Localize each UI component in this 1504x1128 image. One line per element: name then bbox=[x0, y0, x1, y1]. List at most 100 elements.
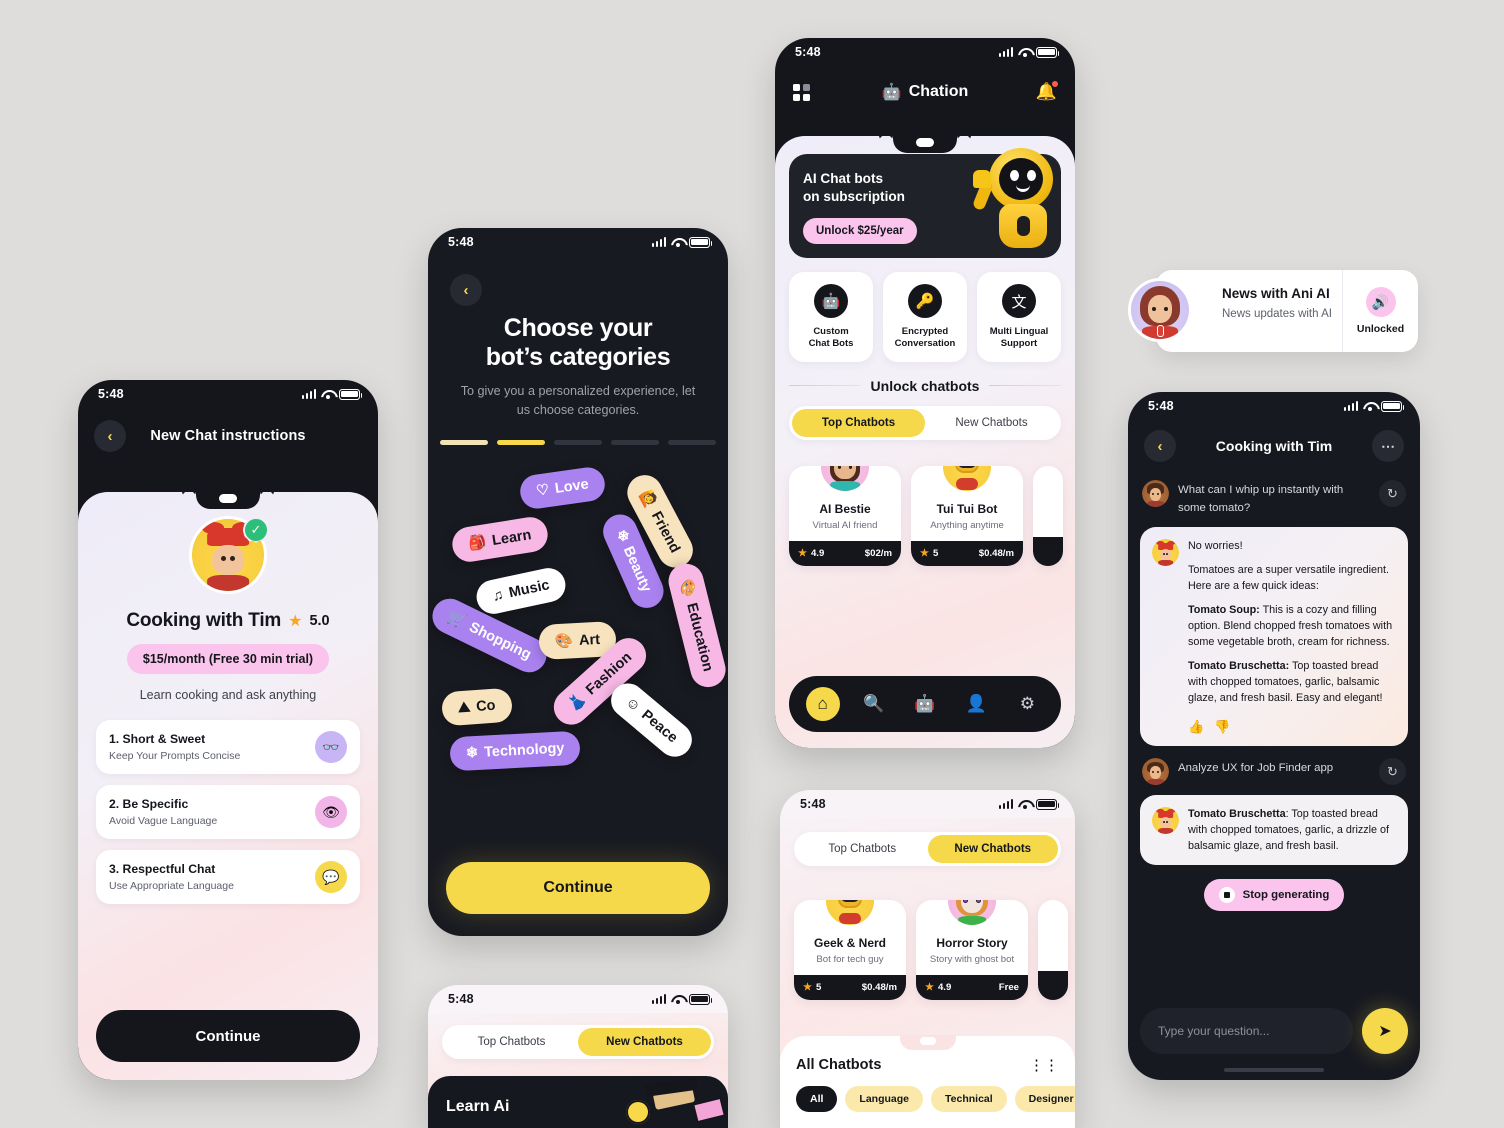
chatbot-card[interactable]: Tui Tui Bot Anything anytime ★ 5 $0.48/m bbox=[911, 465, 1023, 566]
chip-language[interactable]: Language bbox=[845, 1086, 924, 1112]
list-item[interactable]: 3. Respectful Chat Use Appropriate Langu… bbox=[96, 850, 360, 904]
feature-label-2: Support bbox=[1000, 338, 1038, 350]
chatbot-card[interactable]: Geek & Nerd Bot for tech guy ★ 5 $0.48/m bbox=[794, 900, 906, 1000]
title-line-2: bot’s categories bbox=[485, 343, 671, 371]
chatbot-card-partial[interactable] bbox=[1038, 900, 1068, 1000]
signal-icon bbox=[1343, 401, 1358, 411]
category-tag-technology[interactable]: ❄ Technology bbox=[449, 730, 582, 772]
battery-icon bbox=[1036, 46, 1060, 58]
category-tag-love[interactable]: ♡ Love bbox=[518, 465, 607, 511]
thumbs-up-icon[interactable]: 👍 bbox=[1188, 717, 1204, 736]
more-button[interactable]: ⋯ bbox=[1372, 430, 1404, 462]
flower-icon: ❄ bbox=[465, 744, 479, 762]
tab-top-chatbots[interactable]: Top Chatbots bbox=[792, 408, 925, 437]
news-reporter-avatar-image bbox=[1131, 281, 1189, 339]
tag-label: Education bbox=[683, 601, 717, 674]
list-item[interactable]: 1. Short & Sweet Keep Your Prompts Conci… bbox=[96, 720, 360, 774]
bot-greeting: No worries! bbox=[1188, 540, 1243, 553]
section-title: Unlock chatbots bbox=[870, 377, 980, 394]
star-icon: ★ bbox=[925, 982, 934, 993]
tab-new-chatbots[interactable]: New Chatbots bbox=[927, 835, 1058, 863]
sliders-icon[interactable]: ⋮⋮ bbox=[1029, 1056, 1059, 1074]
send-button[interactable]: ➤ bbox=[1362, 1008, 1408, 1054]
continue-button[interactable]: Continue bbox=[446, 862, 710, 914]
lock-key-icon: 🔑 bbox=[908, 284, 942, 318]
feature-label-2: Conversation bbox=[894, 338, 956, 350]
chip-all[interactable]: All bbox=[796, 1086, 838, 1112]
avatar bbox=[1142, 480, 1169, 507]
tab-top-chatbots[interactable]: Top Chatbots bbox=[445, 1028, 578, 1056]
bot-item-label: Tomato Bruschetta: bbox=[1188, 660, 1290, 673]
home-indicator bbox=[1224, 1068, 1324, 1072]
status-bar: 5:48 bbox=[780, 790, 1075, 818]
tab-bots[interactable]: 🤖 bbox=[908, 687, 942, 721]
card-title: 1. Short & Sweet bbox=[109, 732, 206, 746]
chat-header: ‹ Cooking with Tim ⋯ bbox=[1128, 420, 1420, 472]
chatbot-card-partial[interactable] bbox=[1033, 465, 1063, 566]
chip-technical[interactable]: Technical bbox=[931, 1086, 1007, 1112]
category-tag-music[interactable]: ♫ Music bbox=[473, 565, 569, 617]
category-tag-co[interactable]: ⛰ Co bbox=[440, 687, 513, 727]
status-time: 5:48 bbox=[800, 797, 826, 811]
instruction-card-list: 1. Short & Sweet Keep Your Prompts Conci… bbox=[78, 720, 378, 904]
avatar bbox=[823, 900, 877, 928]
chat-input[interactable]: Type your question... bbox=[1140, 1008, 1353, 1054]
stop-generating-button[interactable]: Stop generating bbox=[1203, 879, 1345, 912]
back-button[interactable]: ‹ bbox=[94, 420, 126, 452]
grid-menu-icon[interactable] bbox=[793, 83, 810, 101]
hero-banner[interactable]: AI Chat bots on subscription Unlock $25/… bbox=[789, 148, 1061, 258]
chip-designer[interactable]: Designer bbox=[1014, 1086, 1075, 1112]
app-name: Chation bbox=[908, 83, 969, 100]
wifi-icon bbox=[671, 994, 684, 1005]
back-button[interactable]: ‹ bbox=[1144, 430, 1176, 462]
bot-name: Cooking with Tim bbox=[126, 610, 282, 631]
unlock-button[interactable]: Unlock $25/year bbox=[803, 217, 917, 244]
avatar bbox=[940, 465, 994, 494]
tab-profile[interactable]: 👤 bbox=[959, 687, 993, 721]
chatbot-price: $02/m bbox=[864, 547, 892, 559]
wifi-icon bbox=[1363, 401, 1376, 412]
chatbot-card[interactable]: ✓ Horror Story Story with ghost bot ★ 4.… bbox=[916, 900, 1028, 1000]
speaker-icon[interactable]: 🔊 bbox=[1365, 287, 1396, 317]
boy-avatar-image bbox=[1142, 480, 1169, 507]
girl-avatar-image bbox=[821, 465, 869, 491]
bot-item-label: Tomato Bruschetta bbox=[1188, 808, 1286, 821]
category-tag-learn[interactable]: 🎒 Learn bbox=[449, 514, 550, 565]
status-bar: 5:48 bbox=[428, 985, 728, 1013]
tab-search[interactable]: 🔍 bbox=[857, 687, 891, 721]
feature-encrypted-conversation[interactable]: 🔑 Encrypted Conversation bbox=[883, 272, 967, 362]
learn-ai-card[interactable]: Learn Ai bbox=[428, 1076, 728, 1128]
chatbot-card[interactable]: ✓ AI Bestie Virtual AI friend ★ 4.9 $02/… bbox=[789, 465, 901, 566]
chatbot-card-row: Geek & Nerd Bot for tech guy ★ 5 $0.48/m bbox=[794, 900, 1075, 1000]
tab-settings[interactable]: ⚙ bbox=[1010, 687, 1044, 721]
avatar: ✓ bbox=[818, 465, 872, 494]
news-card[interactable]: News with Ani AI News updates with AI 🔊 … bbox=[1128, 270, 1418, 352]
tab-home[interactable]: ⌂ bbox=[805, 687, 840, 721]
tab-new-chatbots[interactable]: New Chatbots bbox=[578, 1028, 711, 1056]
instructions-header: ‹ New Chat instructions bbox=[78, 408, 378, 464]
back-button[interactable]: ‹ bbox=[450, 274, 482, 306]
feature-custom-chat-bots[interactable]: 🤖 Custom Chat Bots bbox=[789, 272, 873, 362]
bell-icon[interactable]: 🔔 bbox=[1036, 81, 1058, 102]
chatbot-name: Tui Tui Bot bbox=[936, 501, 998, 516]
feature-multi-lingual-support[interactable]: 文 Multi Lingual Support bbox=[977, 272, 1061, 362]
list-item[interactable]: 2. Be Specific Avoid Vague Language 👁 bbox=[96, 785, 360, 839]
send-icon: ➤ bbox=[1378, 1023, 1392, 1040]
status-bar: 5:48 bbox=[1128, 392, 1420, 420]
battery-icon bbox=[1381, 400, 1405, 412]
signal-icon bbox=[651, 994, 666, 1004]
feedback-row: 👍 👎 bbox=[1188, 717, 1396, 736]
continue-button[interactable]: Continue bbox=[96, 1010, 360, 1062]
bot-item-1: Tomato Soup: This is a cozy and filling … bbox=[1188, 603, 1396, 651]
category-tag-peace[interactable]: ☺ Peace bbox=[604, 676, 699, 764]
refresh-icon[interactable]: ↻ bbox=[1379, 758, 1406, 786]
thumbs-down-icon[interactable]: 👎 bbox=[1214, 717, 1230, 736]
home-sheet: AI Chat bots on subscription Unlock $25/… bbox=[775, 135, 1075, 748]
tab-top-chatbots[interactable]: Top Chatbots bbox=[797, 835, 928, 863]
refresh-icon[interactable]: ↻ bbox=[1379, 480, 1406, 507]
star-icon: ★ bbox=[798, 547, 807, 559]
price-badge[interactable]: $15/month (Free 30 min trial) bbox=[126, 644, 330, 674]
tag-label: Technology bbox=[483, 740, 565, 761]
category-tag-education[interactable]: 🎨 Education bbox=[664, 560, 728, 691]
tab-new-chatbots[interactable]: New Chatbots bbox=[925, 409, 1058, 437]
